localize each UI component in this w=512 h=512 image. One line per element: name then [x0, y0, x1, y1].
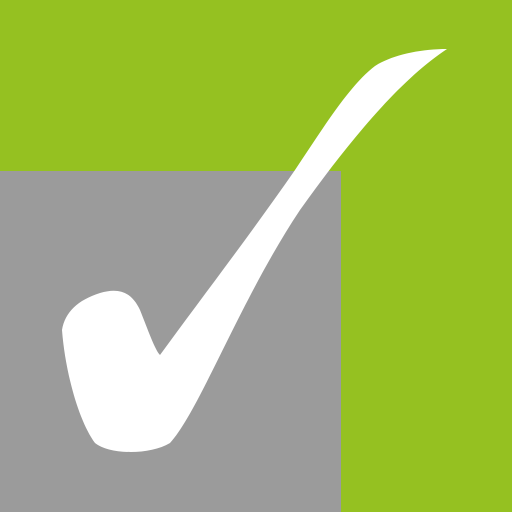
checkmark-app-icon [0, 0, 512, 512]
checkmark-icon [62, 49, 447, 452]
checkmark-shape [62, 49, 447, 452]
